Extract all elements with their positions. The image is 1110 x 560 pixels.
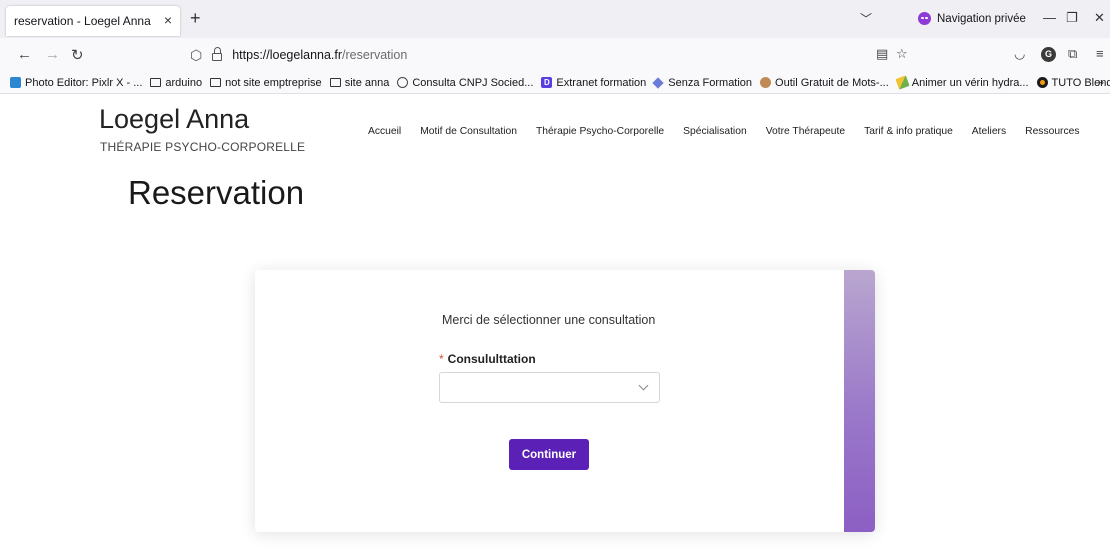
extensions-icon[interactable]: ⧉ [1068, 46, 1077, 62]
web-page: Loegel Anna THÉRAPIE PSYCHO-CORPORELLE A… [0, 94, 1110, 560]
bookmark-label: Animer un vérin hydra... [911, 76, 1029, 89]
avatar-icon [760, 77, 772, 88]
bookmark-item[interactable]: Photo Editor: Pixlr X - ... [10, 77, 142, 89]
bookmark-item[interactable]: Consulta CNPJ Socied... [397, 77, 533, 89]
close-window-icon[interactable]: ✕ [1094, 10, 1105, 26]
tab-title: reservation - Loegel Anna [14, 14, 151, 28]
minimize-icon[interactable]: — [1043, 10, 1056, 25]
pocket-icon[interactable]: ◡ [1014, 46, 1025, 62]
bookmark-label: site anna [344, 76, 390, 89]
private-browsing-label: Navigation privée [937, 12, 1026, 25]
browser-tab-active[interactable]: reservation - Loegel Anna × [6, 6, 180, 36]
consultation-label-text: Consululttation [447, 352, 536, 366]
url-text[interactable]: https://loegelanna.fr/reservation [232, 48, 407, 62]
nav-link-specialisation[interactable]: Spécialisation [683, 126, 747, 137]
menu-hamburger-icon[interactable]: ≡ [1096, 46, 1104, 61]
reload-icon[interactable]: ↻ [71, 46, 84, 64]
d-logo-icon: D [541, 77, 553, 88]
back-arrow-icon[interactable]: ← [17, 46, 32, 63]
globe-icon [397, 77, 409, 88]
card-accent-strip [844, 270, 875, 532]
private-browsing-indicator: Navigation privée [918, 12, 1026, 25]
forward-arrow-icon[interactable]: → [45, 46, 60, 63]
new-tab-icon[interactable]: + [190, 8, 201, 29]
reader-view-icon[interactable]: ▤ [876, 46, 888, 62]
bookmark-label: Extranet formation [556, 76, 647, 89]
bookmark-label: arduino [165, 76, 203, 89]
bookmarks-overflow-icon[interactable]: » [1097, 75, 1104, 89]
form-intro-text: Merci de sélectionner une consultation [442, 313, 656, 327]
account-avatar-icon[interactable]: G [1041, 47, 1056, 62]
browser-nav-bar: ← → ↻ ⬡ https://loegelanna.fr/reservatio… [0, 38, 1110, 72]
bookmark-item[interactable]: Animer un vérin hydra... [895, 75, 1029, 90]
bookmark-label: Outil Gratuit de Mots-... [775, 76, 889, 89]
bookmark-label: Photo Editor: Pixlr X - ... [25, 76, 143, 89]
consultation-select[interactable] [439, 372, 660, 403]
site-tagline: THÉRAPIE PSYCHO-CORPORELLE [100, 140, 306, 154]
chevron-down-icon [638, 380, 649, 391]
reservation-form-card: Merci de sélectionner une consultation *… [255, 270, 875, 532]
senza-icon [652, 76, 664, 89]
folder-icon [150, 78, 162, 87]
lock-icon[interactable] [212, 47, 223, 61]
browser-tab-bar: reservation - Loegel Anna × + ﹀ Navigati… [0, 0, 1110, 38]
nav-link-ateliers[interactable]: Ateliers [972, 126, 1006, 137]
bookmark-folder[interactable]: arduino [150, 77, 202, 89]
bookmarks-bar: Photo Editor: Pixlr X - ... arduino not … [0, 72, 1110, 94]
bookmark-folder[interactable]: site anna [329, 76, 390, 89]
tab-list-chevron-icon[interactable]: ﹀ [860, 10, 872, 27]
site-brand-name[interactable]: Loegel Anna [99, 104, 249, 135]
bookmark-item[interactable]: D Extranet formation [541, 77, 646, 89]
bookmark-label: Consulta CNPJ Socied... [412, 76, 534, 89]
private-mask-icon [918, 12, 931, 25]
tracking-shield-icon[interactable]: ⬡ [190, 47, 202, 64]
blender-icon [1036, 77, 1048, 88]
required-asterisk: * [439, 352, 444, 366]
url-host: https://loegelanna.fr [232, 48, 343, 62]
nav-link-therapie-psycho-corporelle[interactable]: Thérapie Psycho-Corporelle [536, 126, 664, 137]
restore-icon[interactable]: ❐ [1066, 10, 1078, 26]
bookmark-label: Senza Formation [668, 76, 753, 89]
folder-icon [329, 78, 341, 87]
nav-link-motif-de-consultation[interactable]: Motif de Consultation [420, 126, 517, 137]
continue-button[interactable]: Continuer [509, 439, 589, 470]
bookmark-star-icon[interactable]: ☆ [896, 46, 908, 62]
page-title: Reservation [128, 174, 305, 211]
nav-link-tarif-info-pratique[interactable]: Tarif & info pratique [864, 126, 953, 137]
nav-link-votre-therapeute[interactable]: Votre Thérapeute [766, 126, 845, 137]
address-bar[interactable]: ⬡ https://loegelanna.fr/reservation [178, 42, 918, 68]
site-main-nav: Accueil Motif de Consultation Thérapie P… [368, 126, 1099, 137]
consultation-field-label: * Consululttation [439, 352, 536, 366]
nav-link-ressources[interactable]: Ressources [1025, 126, 1079, 137]
close-tab-icon[interactable]: × [164, 12, 172, 28]
bookmark-item[interactable]: Senza Formation [652, 76, 753, 89]
folder-icon [210, 78, 222, 87]
url-path: /reservation [342, 48, 408, 62]
bookmark-folder[interactable]: not site emptreprise [210, 77, 322, 89]
bookmark-item[interactable]: Outil Gratuit de Mots-... [760, 77, 889, 89]
pencil-icon [895, 75, 910, 90]
nav-link-accueil[interactable]: Accueil [368, 126, 401, 137]
bookmark-label: not site emptreprise [225, 76, 322, 89]
pixlr-icon [10, 77, 21, 88]
